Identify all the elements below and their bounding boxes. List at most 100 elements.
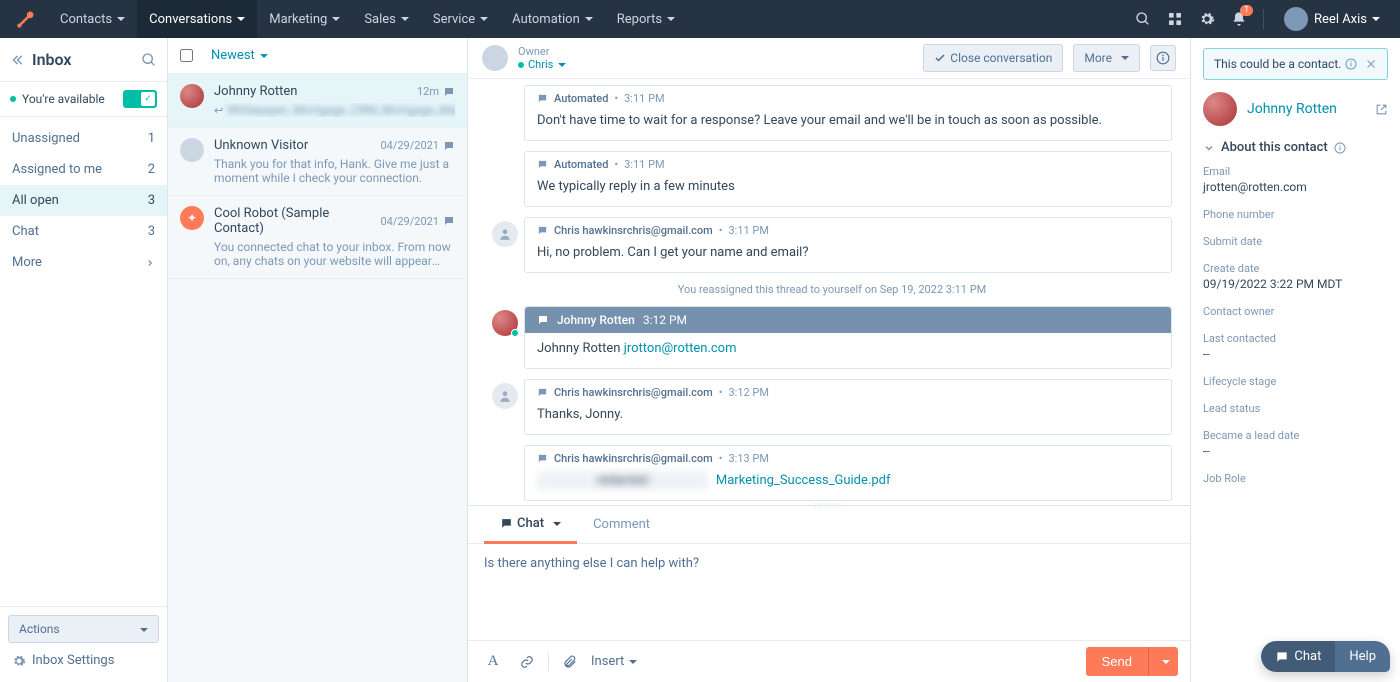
- contact-field: Job Role: [1203, 472, 1388, 485]
- message-block: Chris hawkinsrchris@gmail.com • 3:11 PMH…: [524, 217, 1172, 273]
- sidebar-search-icon[interactable]: [141, 52, 157, 68]
- chevron-down-icon: [327, 12, 340, 27]
- close-conversation-label: Close conversation: [950, 51, 1052, 65]
- folder-more[interactable]: More: [0, 247, 167, 278]
- tab-chat[interactable]: Chat: [484, 506, 577, 544]
- contact-field: Phone number: [1203, 208, 1388, 221]
- sort-dropdown[interactable]: Newest: [211, 48, 268, 63]
- message-avatar-icon: [492, 221, 518, 247]
- close-conversation-button[interactable]: Close conversation: [923, 44, 1063, 72]
- avatar-icon: ✦: [180, 206, 204, 230]
- chevron-down-icon: [580, 12, 593, 27]
- thread-info-button[interactable]: [1150, 45, 1176, 71]
- contact-field: Last contacted --: [1203, 332, 1388, 361]
- message-row: Chris hawkinsrchris@gmail.com • 3:13 PMr…: [492, 445, 1172, 501]
- folder-unassigned[interactable]: Unassigned 1: [0, 123, 167, 154]
- user-name: Reel Axis: [1314, 12, 1367, 27]
- insert-dropdown[interactable]: Insert: [591, 654, 637, 669]
- select-all-checkbox[interactable]: [180, 49, 193, 62]
- conversation-name: Unknown Visitor: [214, 138, 380, 153]
- nav-item-marketing[interactable]: Marketing: [257, 0, 352, 38]
- actions-dropdown[interactable]: Actions: [8, 615, 159, 643]
- chevron-down-icon: [135, 622, 148, 636]
- contact-field: Lead status: [1203, 402, 1388, 415]
- folder-assigned-to-me[interactable]: Assigned to me2: [0, 154, 167, 185]
- nav-item-reports[interactable]: Reports: [605, 0, 687, 38]
- folder-count: 3: [148, 224, 155, 239]
- send-button[interactable]: Send: [1086, 647, 1148, 676]
- message-link[interactable]: jrotton@rotten.com: [624, 341, 737, 356]
- folder-count: 1: [148, 131, 155, 146]
- message-row: Automated • 3:11 PMDon't have time to wa…: [492, 85, 1172, 141]
- tab-comment[interactable]: Comment: [577, 507, 666, 542]
- marketplace-icon[interactable]: [1159, 3, 1191, 35]
- conversation-name: Cool Robot (Sample Contact): [214, 206, 380, 236]
- composer-input[interactable]: Is there anything else I can help with?: [468, 544, 1190, 640]
- message-link[interactable]: Marketing_Success_Guide.pdf: [716, 473, 891, 488]
- chevron-down-icon: [662, 12, 675, 27]
- field-label: Lead status: [1203, 402, 1388, 415]
- collapse-icon[interactable]: [10, 53, 24, 67]
- conversation-thread: Owner Chris Close conversation More Auto…: [468, 38, 1190, 682]
- chevron-down-icon: [232, 12, 245, 27]
- link-icon[interactable]: [514, 649, 540, 675]
- conversation-list: Newest Johnny Rotten12m↩Whitepaper_Mortg…: [168, 38, 468, 682]
- info-icon[interactable]: [1334, 142, 1346, 154]
- field-value: --: [1203, 347, 1388, 361]
- alert-close-icon[interactable]: [1365, 58, 1377, 70]
- account-menu[interactable]: Reel Axis: [1272, 7, 1392, 31]
- conversation-item[interactable]: Johnny Rotten12m↩Whitepaper_Mortgage_CRM…: [168, 74, 467, 128]
- message-avatar-icon: [492, 383, 518, 409]
- more-dropdown[interactable]: More: [1073, 44, 1140, 72]
- actions-label: Actions: [19, 622, 60, 636]
- composer-tabs: :::::::::: Chat Comment: [468, 505, 1190, 544]
- folder-chat[interactable]: Chat3: [0, 216, 167, 247]
- status-dot-icon: [10, 96, 16, 102]
- conversation-item[interactable]: Unknown Visitor04/29/2021Thank you for t…: [168, 128, 467, 196]
- chevron-down-icon: [112, 12, 125, 27]
- nav-item-automation[interactable]: Automation: [500, 0, 605, 38]
- settings-gear-icon[interactable]: [1191, 3, 1223, 35]
- text-format-icon[interactable]: A: [480, 649, 506, 675]
- chevron-down-icon: [1367, 12, 1380, 27]
- availability-toggle[interactable]: ✓: [123, 90, 157, 108]
- folder-label: Unassigned: [12, 131, 80, 146]
- conversation-item[interactable]: ✦ Cool Robot (Sample Contact)04/29/2021 Yo…: [168, 196, 467, 279]
- field-label: Last contacted: [1203, 332, 1388, 345]
- field-label: Contact owner: [1203, 305, 1388, 318]
- message-block: Chris hawkinsrchris@gmail.com • 3:13 PMr…: [524, 445, 1172, 501]
- attachment-icon[interactable]: [557, 649, 583, 675]
- drag-handle-icon[interactable]: ::::::::::: [814, 501, 843, 510]
- inbox-settings-link[interactable]: Inbox Settings: [8, 643, 159, 674]
- nav-item-conversations[interactable]: Conversations: [137, 0, 257, 38]
- contact-name-link[interactable]: Johnny Rotten: [1247, 101, 1365, 117]
- owner-dropdown[interactable]: Chris: [518, 58, 566, 71]
- chevron-down-icon[interactable]: [1203, 142, 1215, 154]
- nav-item-contacts[interactable]: Contacts: [48, 0, 137, 38]
- contact-panel: This could be a contact. Johnny Rotten A…: [1190, 38, 1400, 682]
- message-body: We typically reply in a few minutes: [525, 171, 1171, 206]
- conversation-time: 12m: [417, 85, 439, 98]
- notifications-bell-icon[interactable]: 1: [1223, 3, 1255, 35]
- field-label: Job Role: [1203, 472, 1388, 485]
- help-chat-button[interactable]: Chat: [1261, 641, 1335, 672]
- field-label: Lifecycle stage: [1203, 375, 1388, 388]
- inbox-settings-label: Inbox Settings: [32, 653, 114, 668]
- search-icon[interactable]: [1127, 3, 1159, 35]
- folder-all-open[interactable]: All open3: [0, 185, 167, 216]
- hubspot-logo-icon: [16, 9, 36, 29]
- help-button[interactable]: Help: [1335, 641, 1390, 672]
- nav-item-service[interactable]: Service: [421, 0, 500, 38]
- top-navigation: ContactsConversationsMarketingSalesServi…: [0, 0, 1400, 38]
- info-icon[interactable]: [1345, 58, 1357, 70]
- chat-icon: [443, 140, 455, 152]
- message-block: Automated • 3:11 PMWe typically reply in…: [524, 151, 1172, 207]
- alert-text: This could be a contact.: [1214, 57, 1341, 71]
- conversation-time: 04/29/2021: [380, 215, 439, 228]
- conversation-preview: You connected chat to your inbox. From n…: [214, 240, 455, 268]
- contact-field: Create date09/19/2022 3:22 PM MDT: [1203, 262, 1388, 291]
- send-options-button[interactable]: [1148, 647, 1178, 676]
- open-external-icon[interactable]: [1375, 103, 1388, 116]
- chevron-down-icon: [1157, 654, 1170, 669]
- nav-item-sales[interactable]: Sales: [352, 0, 421, 38]
